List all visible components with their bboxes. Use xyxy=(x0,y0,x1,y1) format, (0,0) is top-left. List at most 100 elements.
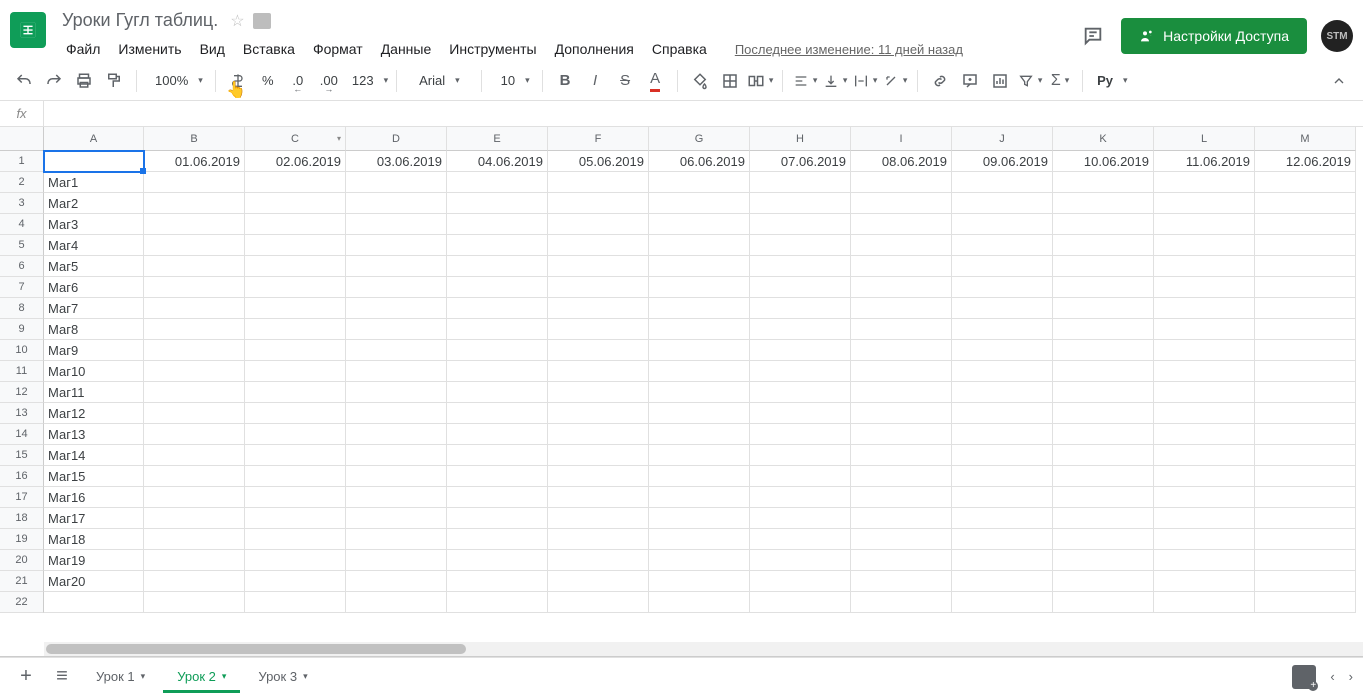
cell[interactable] xyxy=(952,508,1053,529)
cell[interactable] xyxy=(144,256,245,277)
cell[interactable] xyxy=(851,214,952,235)
row-header[interactable]: 22 xyxy=(0,592,44,613)
cell[interactable] xyxy=(447,172,548,193)
cell[interactable]: Маг3 xyxy=(44,214,144,235)
cell[interactable] xyxy=(750,424,851,445)
cell[interactable] xyxy=(447,214,548,235)
cell[interactable] xyxy=(144,298,245,319)
cell[interactable] xyxy=(1053,298,1154,319)
cell[interactable] xyxy=(851,487,952,508)
cell[interactable] xyxy=(851,235,952,256)
cell[interactable] xyxy=(346,424,447,445)
cell[interactable] xyxy=(346,193,447,214)
row-header[interactable]: 7 xyxy=(0,277,44,298)
row-header[interactable]: 8 xyxy=(0,298,44,319)
cell[interactable] xyxy=(346,592,447,613)
cell[interactable] xyxy=(750,298,851,319)
menu-format[interactable]: Формат xyxy=(305,37,371,61)
cell[interactable] xyxy=(245,172,346,193)
cell[interactable] xyxy=(1255,550,1356,571)
cell[interactable] xyxy=(1053,256,1154,277)
collapse-toolbar-button[interactable] xyxy=(1325,66,1353,96)
cell[interactable]: Маг6 xyxy=(44,277,144,298)
cell[interactable] xyxy=(1053,571,1154,592)
row-header[interactable]: 21 xyxy=(0,571,44,592)
cell[interactable] xyxy=(750,256,851,277)
cell[interactable] xyxy=(447,445,548,466)
cell[interactable] xyxy=(144,508,245,529)
column-header[interactable]: F xyxy=(548,127,649,151)
cell[interactable] xyxy=(245,382,346,403)
column-header[interactable]: I xyxy=(851,127,952,151)
cell[interactable] xyxy=(548,298,649,319)
cell[interactable] xyxy=(952,298,1053,319)
cell[interactable] xyxy=(346,529,447,550)
cell[interactable] xyxy=(750,193,851,214)
cell[interactable] xyxy=(649,424,750,445)
cell[interactable] xyxy=(1053,403,1154,424)
cell[interactable] xyxy=(952,172,1053,193)
cell[interactable] xyxy=(346,277,447,298)
cell[interactable] xyxy=(1255,214,1356,235)
cell[interactable]: Маг11 xyxy=(44,382,144,403)
cell[interactable] xyxy=(1255,508,1356,529)
cell[interactable] xyxy=(245,403,346,424)
cell[interactable] xyxy=(548,403,649,424)
zoom-select[interactable]: 100% xyxy=(145,66,207,96)
cell[interactable] xyxy=(851,403,952,424)
cell[interactable] xyxy=(548,508,649,529)
cell[interactable] xyxy=(649,592,750,613)
column-header[interactable]: E xyxy=(447,127,548,151)
cell[interactable] xyxy=(144,403,245,424)
cell[interactable] xyxy=(1154,424,1255,445)
cell[interactable] xyxy=(447,550,548,571)
cell[interactable] xyxy=(952,403,1053,424)
comments-button[interactable] xyxy=(1079,22,1107,50)
cell[interactable] xyxy=(548,319,649,340)
cell[interactable] xyxy=(851,361,952,382)
cell[interactable] xyxy=(1255,172,1356,193)
insert-chart-button[interactable] xyxy=(986,66,1014,96)
cell[interactable] xyxy=(851,592,952,613)
cell[interactable] xyxy=(1154,319,1255,340)
cell[interactable] xyxy=(1154,235,1255,256)
cell[interactable] xyxy=(245,235,346,256)
cell[interactable] xyxy=(851,193,952,214)
cell[interactable] xyxy=(144,340,245,361)
cell[interactable] xyxy=(346,382,447,403)
all-sheets-button[interactable]: ≡ xyxy=(46,661,78,693)
cell[interactable]: 06.06.2019 xyxy=(649,151,750,172)
column-header[interactable]: D xyxy=(346,127,447,151)
menu-addons[interactable]: Дополнения xyxy=(547,37,642,61)
cell[interactable] xyxy=(245,508,346,529)
cell[interactable] xyxy=(1154,340,1255,361)
cell[interactable] xyxy=(1154,361,1255,382)
cell[interactable]: 08.06.2019 xyxy=(851,151,952,172)
share-button[interactable]: Настройки Доступа xyxy=(1121,18,1307,54)
cell[interactable] xyxy=(1255,571,1356,592)
cell[interactable] xyxy=(548,487,649,508)
insert-comment-button[interactable] xyxy=(956,66,984,96)
cell[interactable]: Маг4 xyxy=(44,235,144,256)
row-header[interactable]: 6 xyxy=(0,256,44,277)
cell[interactable] xyxy=(649,361,750,382)
cell[interactable] xyxy=(952,256,1053,277)
cell[interactable] xyxy=(144,466,245,487)
cell[interactable] xyxy=(1154,193,1255,214)
cell[interactable] xyxy=(750,508,851,529)
cell[interactable] xyxy=(245,193,346,214)
row-header[interactable]: 16 xyxy=(0,466,44,487)
vertical-align-button[interactable] xyxy=(821,66,849,96)
cell[interactable] xyxy=(649,235,750,256)
cell[interactable] xyxy=(245,466,346,487)
cell[interactable] xyxy=(548,256,649,277)
cell[interactable]: Маг12 xyxy=(44,403,144,424)
cell[interactable] xyxy=(548,466,649,487)
font-size-select[interactable]: 10 xyxy=(490,66,534,96)
cell[interactable] xyxy=(447,424,548,445)
cell[interactable] xyxy=(447,529,548,550)
cell[interactable] xyxy=(245,487,346,508)
font-family-select[interactable]: Arial xyxy=(405,66,473,96)
cell[interactable] xyxy=(1255,235,1356,256)
cell[interactable]: Маг1 xyxy=(44,172,144,193)
